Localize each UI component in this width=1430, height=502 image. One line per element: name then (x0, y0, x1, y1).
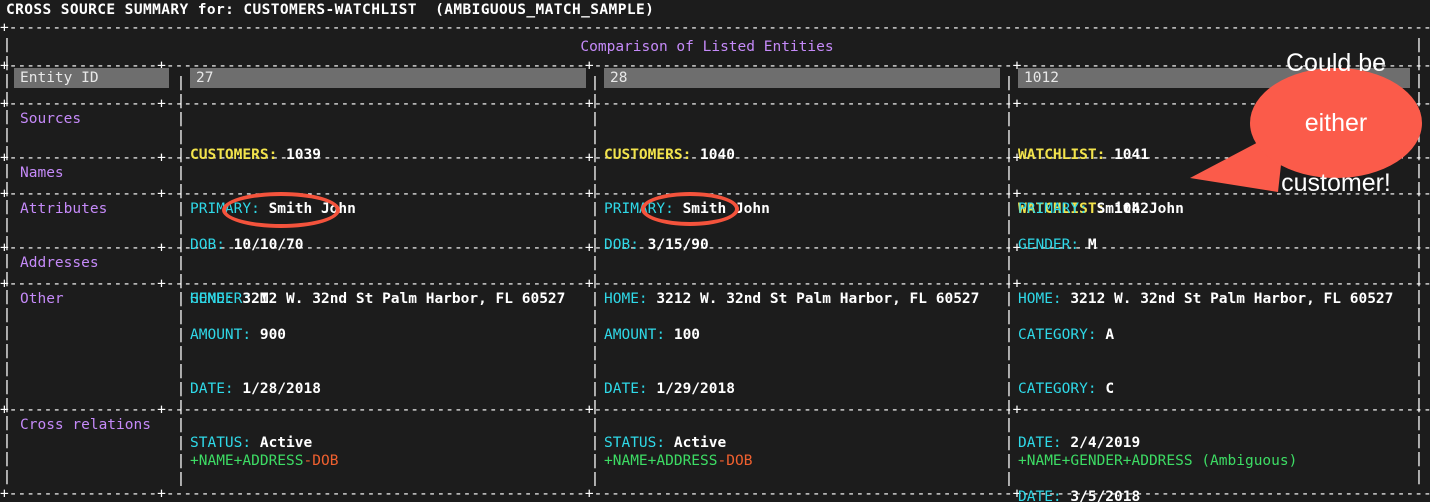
kv-pair: CUSTOMERS: 1039 (190, 146, 321, 164)
attribute-key: DOB: (604, 237, 639, 253)
other-key: CATEGORY: (1018, 381, 1097, 397)
other-value: 900 (260, 327, 286, 343)
page-title: CROSS SOURCE SUMMARY for: CUSTOMERS-WATC… (6, 2, 654, 18)
entity-id-chip-0[interactable]: 27 (190, 68, 586, 88)
frame-vbar-col3: |||||||||||||||||||||||| (1004, 74, 1014, 486)
entity-id-chip-1[interactable]: 28 (604, 68, 1000, 88)
row-label-sources: Sources (20, 110, 81, 128)
other-key: DATE: (604, 381, 648, 397)
relation-negative: -DOB (718, 453, 753, 469)
kv-pair: GENDER: M (1018, 236, 1097, 254)
relation-match: +NAME+ADDRESS-DOB (604, 452, 883, 470)
source-key: WATCHLIST: (1018, 147, 1105, 163)
source-value: 1039 (286, 147, 321, 163)
name-value: Smith John (1097, 201, 1184, 217)
callout-line-1: either (1281, 108, 1391, 138)
other-value: 1/28/2018 (242, 381, 321, 397)
entity-id-label-chip: Entity ID (14, 68, 169, 88)
kv-pair: DOB: 3/15/90 (604, 236, 709, 254)
relation-match: +NAME+GENDER+ADDRESS (Ambiguous) (1018, 452, 1297, 470)
kv-pair: DOB: 10/10/70 (190, 236, 304, 254)
other-key: CATEGORY: (1018, 327, 1097, 343)
callout-line-2: customer! (1281, 168, 1391, 198)
cell-cross-relations-0: +NAME+ADDRESS-DOB RULE 164: CNAME_CFF_DE… (190, 416, 469, 502)
kv-pair: WATCHLIST: 1041 (1018, 146, 1149, 164)
other-key: AMOUNT: (190, 327, 251, 343)
attribute-value: 3/15/90 (648, 237, 709, 253)
frame-hrule-top: +---------------------------------------… (0, 20, 1430, 36)
attribute-key: GENDER: (1018, 237, 1079, 253)
source-key: CUSTOMERS: (190, 147, 277, 163)
kv-pair: CATEGORY: C (1018, 380, 1158, 398)
callout-bubble-text: Could be either customer! (1281, 48, 1391, 198)
attribute-key: DOB: (190, 237, 225, 253)
row-label-names: Names (20, 164, 64, 182)
attribute-value: M (1088, 237, 1097, 253)
source-key: CUSTOMERS: (604, 147, 691, 163)
source-value: 1040 (700, 147, 735, 163)
relation-positive: +NAME+ADDRESS (190, 453, 304, 469)
callout-bubble: Could be either customer! (1250, 68, 1422, 178)
row-label-other: Other (20, 290, 64, 308)
source-value: 1041 (1114, 147, 1149, 163)
other-value: A (1105, 327, 1114, 343)
other-key: AMOUNT: (604, 327, 665, 343)
other-value: 1/29/2018 (656, 381, 735, 397)
row-label-addresses: Addresses (20, 254, 99, 272)
attribute-value: 10/10/70 (234, 237, 304, 253)
cross-source-summary-terminal: CROSS SOURCE SUMMARY for: CUSTOMERS-WATC… (0, 0, 1430, 502)
relation-match: +NAME+ADDRESS-DOB (190, 452, 469, 470)
row-label-cross-relations: Cross relations (20, 416, 151, 434)
cell-cross-relations-1: +NAME+ADDRESS-DOB RULE 164: CNAME_CFF_DE… (604, 416, 883, 502)
relation-positive: +NAME+GENDER+ADDRESS (Ambiguous) (1018, 453, 1297, 469)
other-value: 100 (674, 327, 700, 343)
row-label-attributes: Attributes (20, 200, 107, 218)
callout-line-0: Could be (1281, 48, 1391, 78)
kv-pair: DATE: 1/29/2018 (604, 380, 735, 398)
frame-vbar-col2: |||||||||||||||||||||||| (590, 74, 600, 486)
other-value: C (1105, 381, 1114, 397)
kv-pair: DATE: 1/28/2018 (190, 380, 321, 398)
relation-negative: -DOB (304, 453, 339, 469)
relation-positive: +NAME+ADDRESS (604, 453, 718, 469)
cell-cross-relations-2: +NAME+GENDER+ADDRESS (Ambiguous) RULE 16… (1018, 416, 1297, 502)
other-key: DATE: (190, 381, 234, 397)
frame-vbar-left: ||||||||||||||||||||||||| (2, 36, 12, 486)
kv-pair: CATEGORY: A (1018, 326, 1158, 344)
frame-vbar-col1: |||||||||||||||||||||||| (176, 74, 186, 486)
kv-pair: AMOUNT: 900 (190, 326, 321, 344)
kv-pair: AMOUNT: 100 (604, 326, 735, 344)
kv-pair: CUSTOMERS: 1040 (604, 146, 735, 164)
comparison-banner: Comparison of Listed Entities (0, 38, 1414, 56)
